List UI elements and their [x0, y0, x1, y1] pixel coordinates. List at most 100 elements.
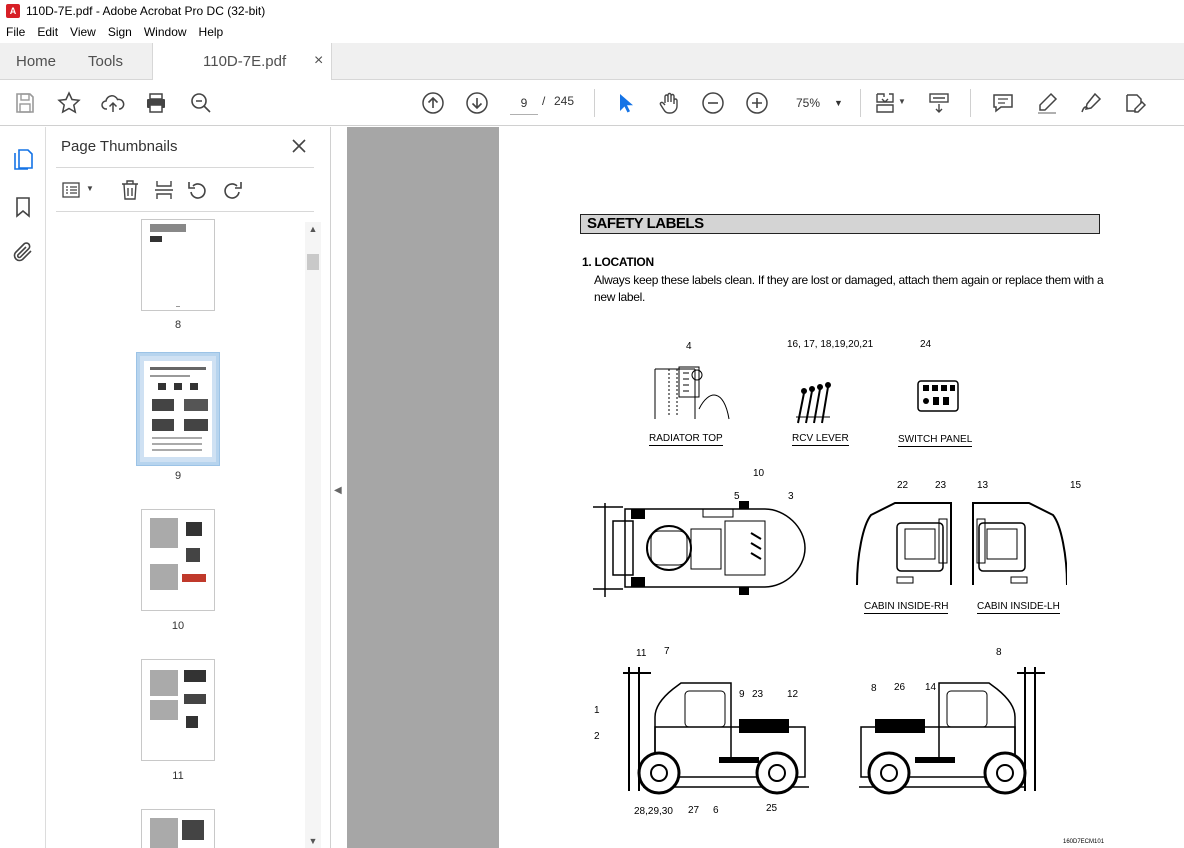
scroll-down-icon[interactable]: ▼ — [308, 836, 318, 846]
callout-2: 2 — [594, 731, 600, 742]
rotate-right-icon[interactable] — [220, 178, 244, 202]
toolbar-divider — [970, 89, 971, 117]
document-viewer[interactable]: SAFETY LABELS 1. LOCATION Always keep th… — [347, 127, 1184, 848]
callout-16-21: 16, 17, 18,19,20,21 — [787, 339, 874, 350]
zoom-in-icon[interactable] — [744, 90, 770, 116]
rotate-left-icon[interactable] — [186, 178, 210, 202]
callout-26: 26 — [894, 682, 906, 693]
callout-3: 3 — [788, 491, 794, 502]
location-text: Always keep these labels clean. If they … — [594, 273, 1104, 304]
tab-tools[interactable]: Tools — [88, 43, 123, 80]
thumbnail-scrollbar[interactable]: ▲ ▼ — [305, 222, 321, 848]
menu-file[interactable]: File — [0, 25, 31, 39]
menu-view[interactable]: View — [64, 25, 102, 39]
fill-sign-icon[interactable] — [1122, 90, 1148, 116]
thumbnail-label: 11 — [172, 770, 184, 782]
scrollbar-thumb[interactable] — [307, 254, 319, 270]
cabin-inside-rh-drawing — [856, 502, 952, 586]
forklift-left-side-drawing — [623, 667, 809, 795]
thumbnail-page[interactable] — [141, 809, 215, 848]
scroll-up-icon[interactable]: ▲ — [308, 224, 318, 234]
menu-sign[interactable]: Sign — [102, 25, 138, 39]
delete-page-icon[interactable] — [118, 178, 142, 202]
window-title: 110D-7E.pdf - Adobe Acrobat Pro DC (32-b… — [26, 4, 266, 18]
callout-6: 6 — [713, 805, 719, 816]
callout-23-side: 23 — [752, 689, 764, 700]
radiator-top-drawing — [654, 366, 730, 420]
page-thumbnails-icon[interactable] — [11, 147, 35, 171]
forklift-right-side-drawing — [859, 667, 1045, 795]
title-bar: A 110D-7E.pdf - Adobe Acrobat Pro DC (32… — [0, 0, 1184, 22]
caption-cabin-inside-lh: CABIN INSIDE-LH — [977, 601, 1060, 614]
next-page-icon[interactable] — [464, 90, 490, 116]
chevron-down-icon: ▼ — [834, 98, 843, 108]
page-display-icon[interactable] — [872, 90, 898, 116]
share-upload-icon[interactable] — [100, 90, 126, 116]
callout-22: 22 — [897, 480, 909, 491]
zoom-level-value: 75% — [796, 96, 821, 110]
cabin-inside-lh-drawing — [972, 502, 1067, 586]
collapse-arrow-icon[interactable]: ◀ — [334, 485, 342, 496]
attachment-icon[interactable] — [11, 240, 35, 264]
tab-close-icon[interactable]: × — [314, 52, 323, 70]
zoom-search-icon[interactable] — [188, 90, 214, 116]
hand-tool-icon[interactable] — [656, 90, 682, 116]
thumbnail-page[interactable] — [141, 509, 215, 611]
options-menu-icon[interactable] — [60, 178, 84, 202]
callout-8-right: 8 — [996, 647, 1002, 658]
tab-document[interactable]: 110D-7E.pdf × — [152, 43, 332, 81]
callout-28-29-30: 28,29,30 — [634, 806, 673, 817]
scroll-mode-icon[interactable] — [926, 90, 952, 116]
caption-rcv-lever: RCV LEVER — [792, 433, 849, 446]
zoom-level-select[interactable]: 75% ▼ — [790, 91, 850, 115]
chevron-down-icon[interactable]: ▼ — [898, 97, 906, 106]
print-icon[interactable] — [143, 90, 169, 116]
callout-1: 1 — [594, 705, 600, 716]
thumbnail-page-selected[interactable] — [136, 352, 220, 466]
comment-icon[interactable] — [990, 90, 1016, 116]
page-thumbnails-panel: Page Thumbnails ▼ 8 9 10 11 ▲ ▼ — [46, 127, 331, 848]
thumbnail-label: 10 — [171, 620, 185, 632]
extract-pages-icon[interactable] — [152, 178, 176, 202]
save-icon[interactable] — [12, 90, 38, 116]
previous-page-icon[interactable] — [420, 90, 446, 116]
section-title: SAFETY LABELS — [580, 214, 1100, 234]
page-number-input[interactable]: 9 — [510, 91, 538, 115]
callout-5: 5 — [734, 491, 740, 502]
caption-cabin-inside-rh: CABIN INSIDE-RH — [864, 601, 949, 614]
callout-10: 10 — [753, 468, 765, 479]
chevron-down-icon[interactable]: ▼ — [86, 184, 94, 193]
draw-sign-icon[interactable] — [1078, 90, 1104, 116]
callout-25: 25 — [766, 803, 778, 814]
thumbnail-label: 9 — [174, 470, 182, 482]
caption-radiator-top: RADIATOR TOP — [649, 433, 723, 446]
panel-title: Page Thumbnails — [61, 138, 178, 155]
bookmark-icon[interactable] — [11, 195, 35, 219]
callout-8-left: 8 — [871, 683, 877, 694]
zoom-out-icon[interactable] — [700, 90, 726, 116]
tab-bar: Home Tools 110D-7E.pdf × — [0, 43, 1184, 81]
menu-help[interactable]: Help — [193, 25, 230, 39]
close-icon[interactable] — [290, 137, 308, 155]
left-navigation-rail — [0, 127, 46, 848]
page-total: 245 — [554, 94, 575, 108]
thumbnail-label: 8 — [174, 319, 182, 331]
callout-27: 27 — [688, 805, 700, 816]
menu-bar: File Edit View Sign Window Help — [0, 22, 1184, 42]
acrobat-icon: A — [6, 4, 20, 18]
tab-home[interactable]: Home — [16, 43, 56, 80]
callout-14: 14 — [925, 682, 937, 693]
thumbnail-page[interactable] — [141, 659, 215, 761]
menu-edit[interactable]: Edit — [31, 25, 64, 39]
page-code: 160D7ECM101 — [1063, 839, 1105, 845]
menu-window[interactable]: Window — [138, 25, 193, 39]
panel-collapse-handle[interactable]: ◀ — [331, 127, 347, 848]
callout-9: 9 — [739, 689, 745, 700]
thumbnail-page[interactable] — [141, 219, 215, 311]
callout-11: 11 — [636, 648, 647, 659]
highlight-pen-icon[interactable] — [1034, 90, 1060, 116]
star-icon[interactable] — [56, 90, 82, 116]
select-cursor-icon[interactable] — [612, 90, 638, 116]
thumbnail-list: 8 9 10 11 — [46, 217, 316, 848]
callout-13: 13 — [977, 480, 989, 491]
